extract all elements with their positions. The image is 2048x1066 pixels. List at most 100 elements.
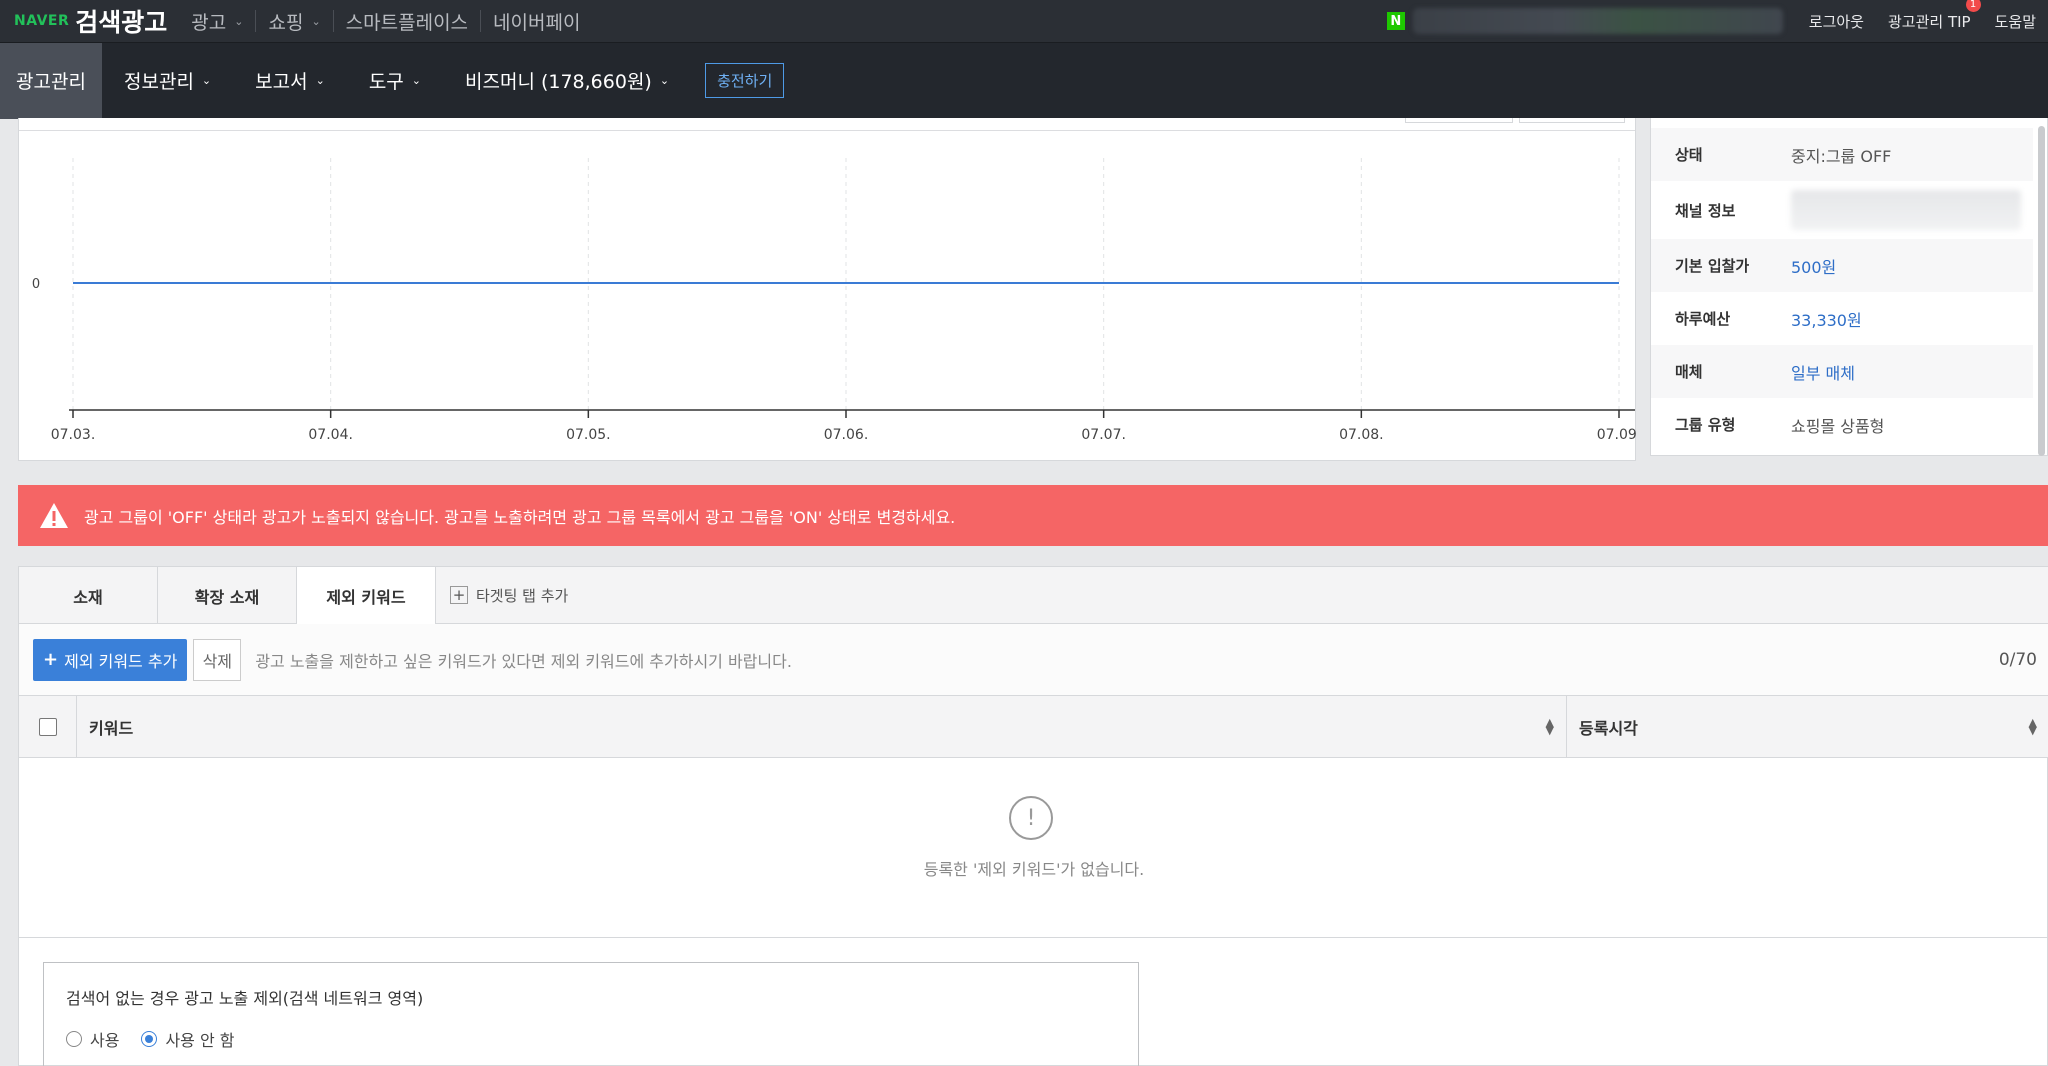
info-row-bid: 기본 입찰가 500원 xyxy=(1651,239,2033,292)
help-link[interactable]: 도움말 xyxy=(1983,11,2048,32)
warning-icon xyxy=(40,502,68,528)
info-label: 매체 xyxy=(1675,363,1703,381)
chevron-down-icon: ⌄ xyxy=(659,74,670,87)
add-negative-keyword-button[interactable]: + 제외 키워드 추가 xyxy=(33,638,188,681)
warning-text: 광고 그룹이 'OFF' 상태라 광고가 노출되지 않습니다. 광고를 노출하려… xyxy=(84,507,956,527)
top-nav-naverpay-label: 네이버페이 xyxy=(493,11,581,34)
sort-icon[interactable]: ▲ ▼ xyxy=(2029,717,2037,736)
chart-x-tick-label: 07.09. xyxy=(1597,427,1637,443)
radio-use-label[interactable]: 사용 xyxy=(90,1027,119,1051)
nav-info-management-label: 정보관리 xyxy=(124,71,194,93)
logout-link[interactable]: 로그아웃 xyxy=(1797,11,1876,32)
nav-ad-management-label: 광고관리 xyxy=(16,71,86,93)
ad-group-tabs-section: 소재 확장 소재 제외 키워드 + 타겟팅 탭 추가 + 제외 키워드 추가 삭… xyxy=(18,566,2048,1066)
radio-not-use-label[interactable]: 사용 안 함 xyxy=(165,1027,234,1051)
plus-icon: + xyxy=(450,586,468,604)
info-label: 상태 xyxy=(1675,146,1703,164)
nav-info-management[interactable]: 정보관리 ⌄ xyxy=(102,43,233,119)
charge-button[interactable]: 충전하기 xyxy=(705,63,785,98)
toolbar-hint: 광고 노출을 제한하고 싶은 키워드가 있다면 제외 키워드에 추가하시기 바랍… xyxy=(255,651,792,671)
media-link[interactable]: 일부 매체 xyxy=(1791,360,1855,384)
nav-bizmoney[interactable]: 비즈머니 (178,660원) ⌄ xyxy=(443,43,691,119)
empty-table-state: ! 등록한 '제외 키워드'가 없습니다. xyxy=(19,758,2048,938)
chart-x-tick-label: 07.05. xyxy=(566,427,611,443)
tip-link[interactable]: 광고관리 TIP 1 xyxy=(1876,0,1983,32)
negative-keyword-toolbar: + 제외 키워드 추가 삭제 광고 노출을 제한하고 싶은 키워드가 있다면 제… xyxy=(19,624,2048,696)
column-registered-time-label: 등록시각 xyxy=(1579,718,1638,738)
chart-x-tick-label: 07.07. xyxy=(1081,427,1126,443)
plus-icon: + xyxy=(43,649,59,670)
chart-x-tick-label: 07.04. xyxy=(308,427,353,443)
option-title: 검색어 없는 경우 광고 노출 제외(검색 네트워크 영역) xyxy=(66,989,424,1008)
option-radio-group: 사용 사용 안 함 xyxy=(66,1027,249,1051)
line-chart: 07.03. 07.04. 07.05. 07.06. 07.07. 07.08. 07.0… xyxy=(32,158,1637,443)
chart-x-tick-label: 07.03. xyxy=(51,427,96,443)
chevron-down-icon: ⌄ xyxy=(315,74,325,87)
tab-creative[interactable]: 소재 xyxy=(19,567,158,624)
nav-reports-label: 보고서 xyxy=(255,71,308,93)
top-nav-smartplace[interactable]: 스마트플레이스 xyxy=(332,10,480,34)
table-header: 키워드 ▲ ▼ 등록시각 ▲ ▼ xyxy=(19,695,2048,758)
add-negative-keyword-label: 제외 키워드 추가 xyxy=(64,651,178,671)
tip-link-label: 광고관리 TIP xyxy=(1887,12,1971,31)
top-nav-smartplace-label: 스마트플레이스 xyxy=(345,11,469,34)
delete-button[interactable]: 삭제 xyxy=(193,638,242,681)
column-keyword[interactable]: 키워드 ▲ ▼ xyxy=(77,695,1567,758)
daily-budget-link[interactable]: 33,330원 xyxy=(1791,307,1862,331)
searchad-title: 검색광고 xyxy=(75,8,168,37)
info-label: 하루예산 xyxy=(1675,310,1731,328)
top-bar: NAVER 검색광고 광고 ⌄ 쇼핑 ⌄ 스마트플레이스 네이버페이 N 로그아… xyxy=(0,0,2048,42)
performance-chart-panel: 07.03. 07.04. 07.05. 07.06. 07.07. 07.08. 07.0… xyxy=(18,118,1637,461)
tab-negative-keywords[interactable]: 제외 키워드 xyxy=(297,567,436,625)
info-row-status: 상태 중지:그룹 OFF xyxy=(1651,128,2033,181)
no-query-exclusion-option: 검색어 없는 경우 광고 노출 제외(검색 네트워크 영역) 사용 사용 안 함 xyxy=(43,962,1139,1066)
ad-group-info-panel: 상태 중지:그룹 OFF 채널 정보 기본 입찰가 500원 하루예산 33,3… xyxy=(1650,118,2048,456)
naver-n-icon: N xyxy=(1386,12,1405,30)
info-row-budget: 하루예산 33,330원 xyxy=(1651,292,2033,345)
top-nav-ad-label: 광고 xyxy=(191,11,227,34)
select-all-checkbox[interactable] xyxy=(38,717,57,736)
chevron-down-icon: ⌄ xyxy=(411,74,421,87)
chevron-down-icon: ⌄ xyxy=(201,74,212,87)
radio-use[interactable] xyxy=(66,1031,82,1047)
top-nav: 광고 ⌄ 쇼핑 ⌄ 스마트플레이스 네이버페이 xyxy=(179,10,592,34)
select-all-cell xyxy=(19,695,77,758)
nav-tools-label: 도구 xyxy=(368,71,404,93)
chevron-down-icon: ⌄ xyxy=(234,14,244,28)
nav-tools[interactable]: 도구 ⌄ xyxy=(347,43,443,119)
account-info-blurred[interactable] xyxy=(1412,8,1783,34)
column-registered-time[interactable]: 등록시각 ▲ ▼ xyxy=(1567,696,2048,758)
exclamation-circle-icon: ! xyxy=(1009,796,1053,840)
tab-extension-creative[interactable]: 확장 소재 xyxy=(158,567,297,624)
default-bid-link[interactable]: 500원 xyxy=(1791,254,1836,278)
info-row-media: 매체 일부 매체 xyxy=(1651,345,2033,398)
top-nav-naverpay[interactable]: 네이버페이 xyxy=(480,10,592,34)
top-right-area: N 로그아웃 광고관리 TIP 1 도움말 xyxy=(1386,0,2048,42)
group-off-warning-banner: 광고 그룹이 'OFF' 상태라 광고가 노출되지 않습니다. 광고를 노출하려… xyxy=(18,485,2048,546)
naver-logo-text: NAVER xyxy=(14,13,70,29)
channel-info-blurred xyxy=(1791,190,2021,230)
info-panel-scrollbar[interactable] xyxy=(2038,126,2045,456)
info-label: 채널 정보 xyxy=(1675,201,1736,220)
info-label: 기본 입찰가 xyxy=(1675,257,1750,275)
naver-searchad-logo[interactable]: NAVER 검색광고 xyxy=(14,3,167,39)
nav-ad-management[interactable]: 광고관리 xyxy=(0,42,102,119)
column-keyword-label: 키워드 xyxy=(89,718,134,738)
info-row-group-type: 그룹 유형 쇼핑몰 상품형 xyxy=(1651,398,2033,451)
add-targeting-tab-label: 타겟팅 탭 추가 xyxy=(476,586,569,605)
top-nav-shopping-label: 쇼핑 xyxy=(268,11,304,34)
add-targeting-tab[interactable]: + 타겟팅 탭 추가 xyxy=(450,567,568,623)
radio-not-use[interactable] xyxy=(141,1031,158,1047)
chart-y-tick-label: 0 xyxy=(32,277,40,292)
info-label: 그룹 유형 xyxy=(1675,416,1736,434)
sort-icon[interactable]: ▲ ▼ xyxy=(1546,717,1554,736)
nav-reports[interactable]: 보고서 ⌄ xyxy=(233,43,347,119)
tip-count-badge: 1 xyxy=(1965,0,1981,12)
top-nav-shopping[interactable]: 쇼핑 ⌄ xyxy=(255,10,332,34)
keyword-count: 0/70 xyxy=(1998,649,2037,670)
chart-x-tick-label: 07.08. xyxy=(1339,427,1384,443)
top-nav-ad[interactable]: 광고 ⌄ xyxy=(179,10,255,34)
group-type-value: 쇼핑몰 상품형 xyxy=(1791,416,1885,436)
main-nav: 광고관리 정보관리 ⌄ 보고서 ⌄ 도구 ⌄ 비즈머니 (178,660원) ⌄… xyxy=(0,42,2048,119)
tab-bar: 소재 확장 소재 제외 키워드 + 타겟팅 탭 추가 xyxy=(19,567,2048,625)
